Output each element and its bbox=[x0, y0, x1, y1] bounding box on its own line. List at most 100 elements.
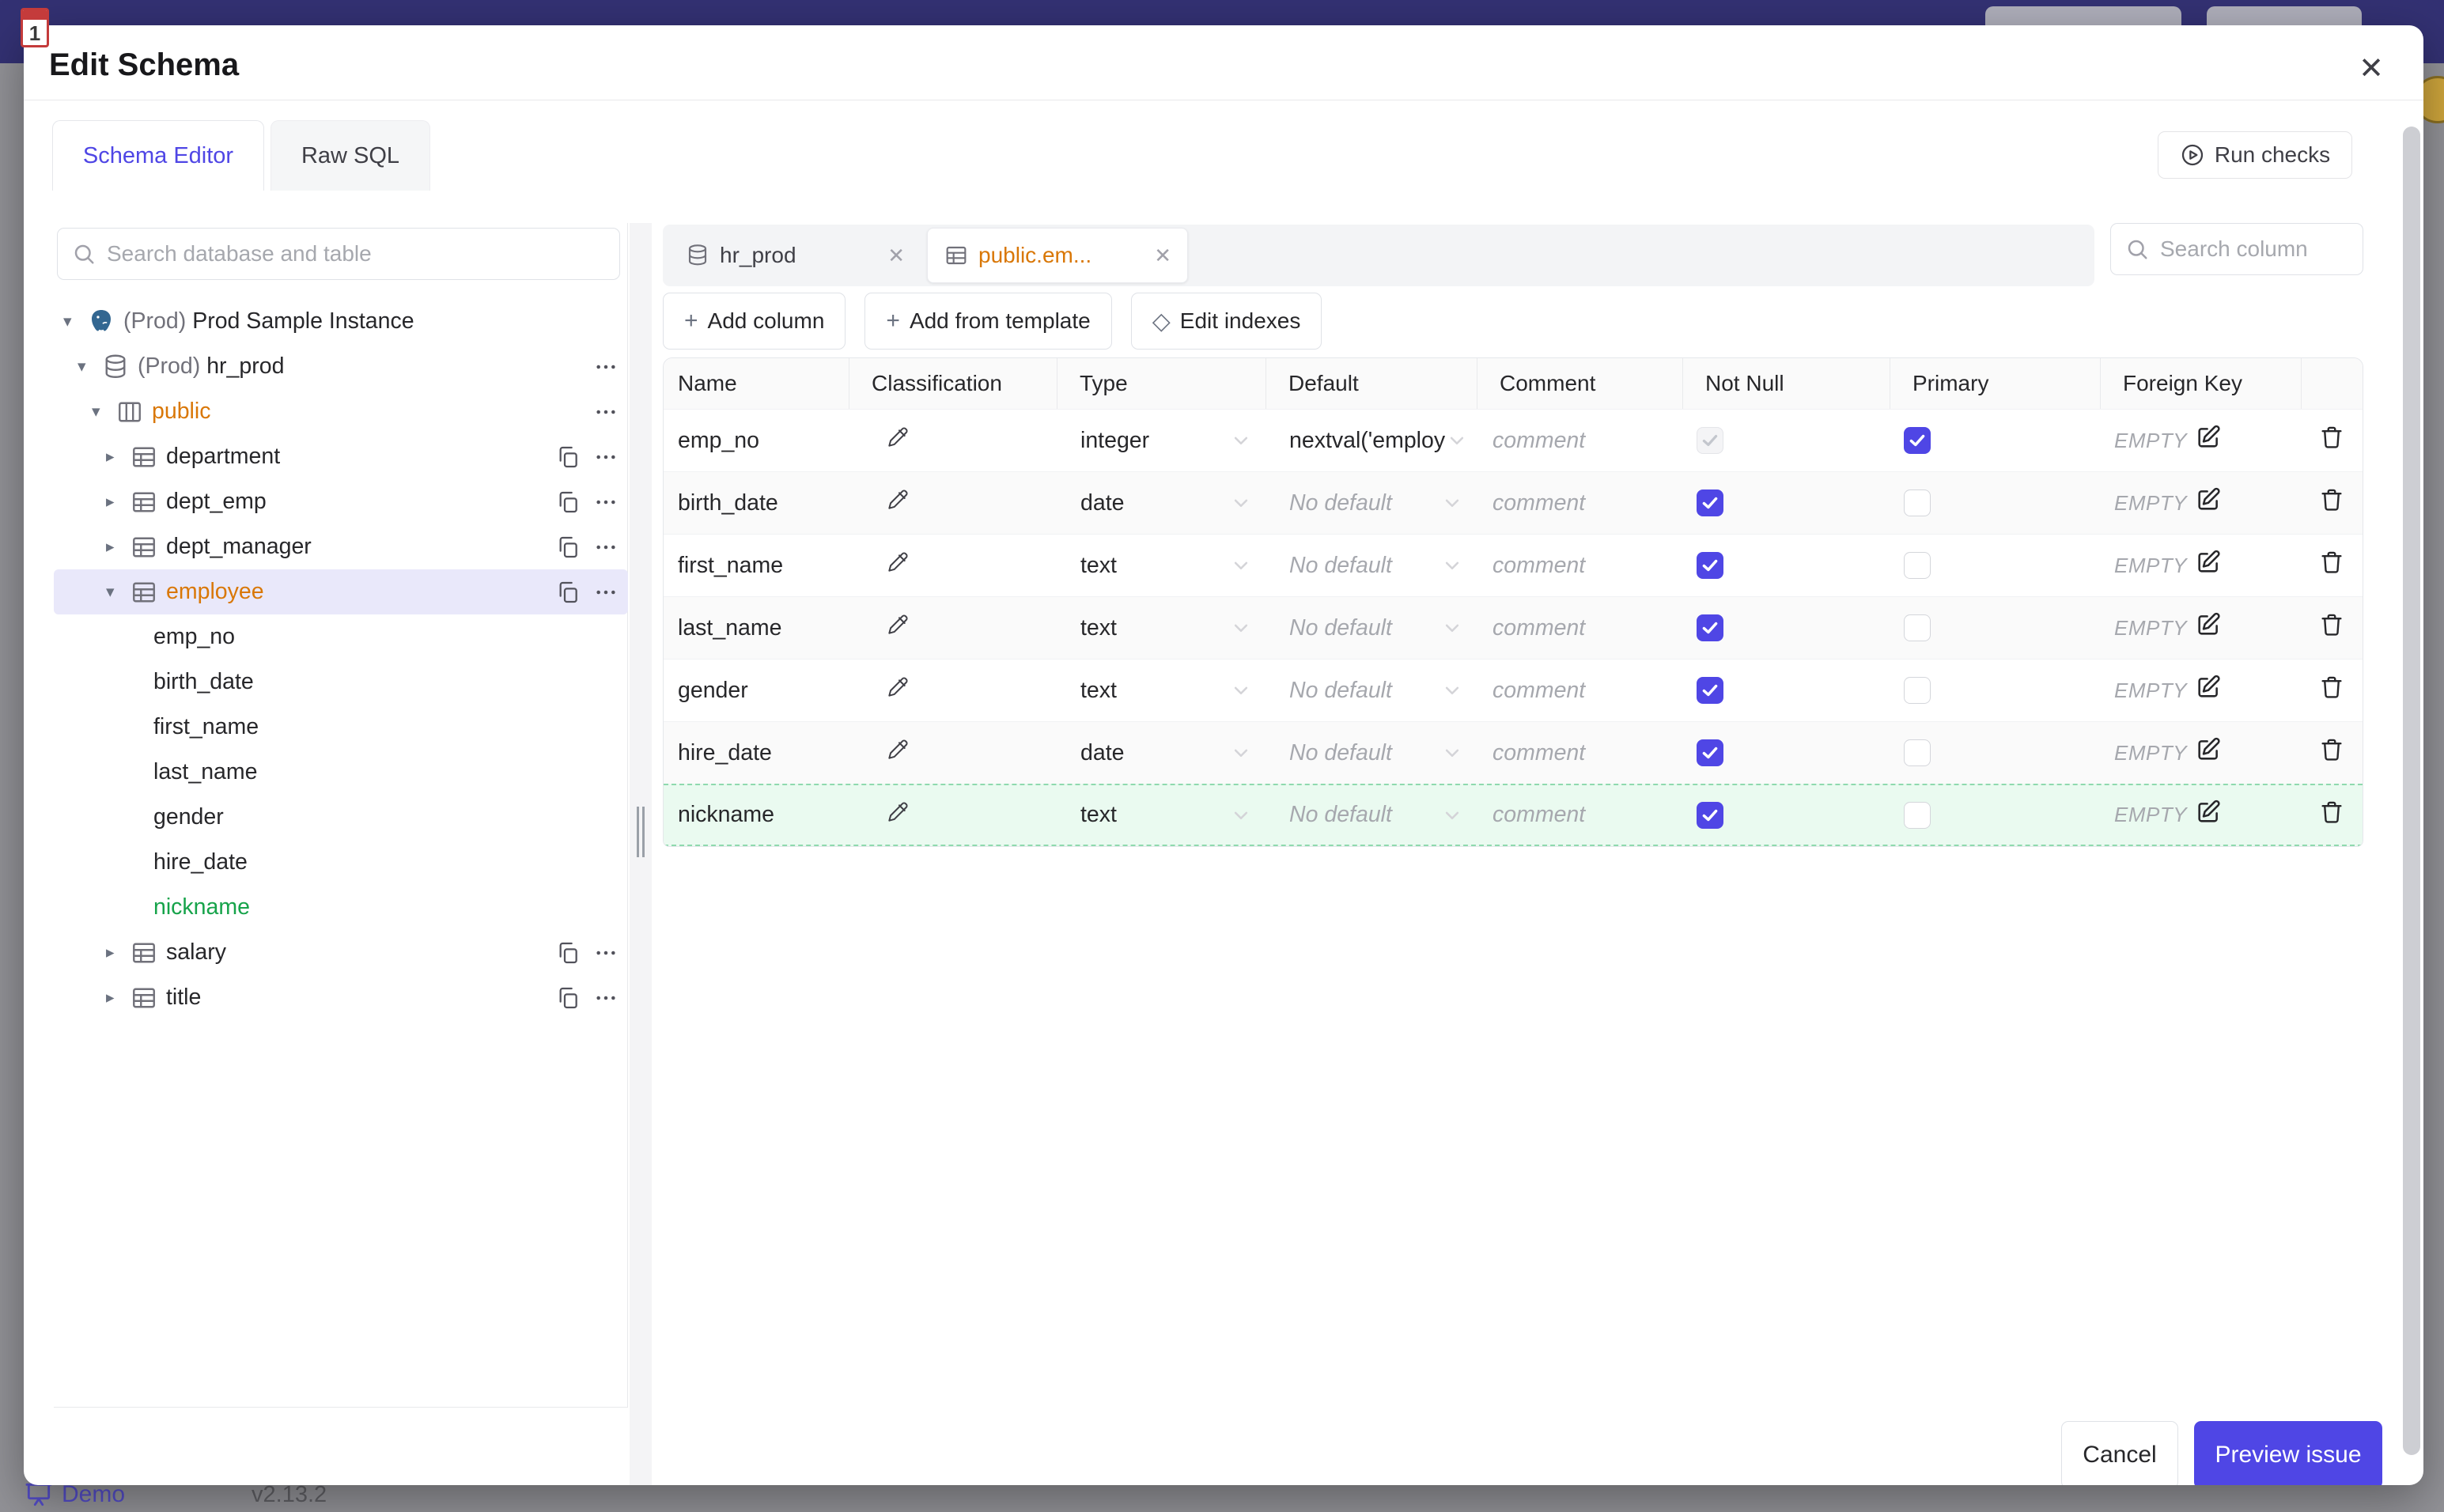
classification-edit-button[interactable] bbox=[849, 722, 1057, 784]
primary-checkbox[interactable] bbox=[1904, 552, 1931, 579]
type-select[interactable]: text bbox=[1057, 535, 1266, 596]
classification-edit-button[interactable] bbox=[849, 597, 1057, 659]
duplicate-table-button[interactable] bbox=[554, 984, 582, 1012]
tree-item-employee[interactable]: ▾ employee bbox=[54, 569, 628, 614]
tree-item-department[interactable]: ▸ department bbox=[54, 434, 628, 479]
type-select[interactable]: date bbox=[1057, 722, 1266, 784]
primary-checkbox[interactable] bbox=[1904, 801, 1931, 829]
type-select[interactable]: integer bbox=[1057, 410, 1266, 471]
classification-edit-button[interactable] bbox=[849, 535, 1057, 596]
type-select[interactable]: text bbox=[1057, 785, 1266, 845]
comment-input[interactable]: comment bbox=[1477, 785, 1682, 845]
tree-item-salary[interactable]: ▸ salary bbox=[54, 930, 628, 975]
caret-right-icon[interactable]: ▸ bbox=[106, 537, 130, 557]
panel-resize-handle[interactable] bbox=[637, 807, 645, 857]
tree-item-public[interactable]: ▾ public bbox=[54, 389, 628, 434]
tab-raw-sql[interactable]: Raw SQL bbox=[271, 120, 430, 191]
edit-foreign-key-icon[interactable] bbox=[2195, 674, 2222, 707]
more-menu-button[interactable] bbox=[592, 939, 620, 967]
comment-input[interactable]: comment bbox=[1477, 722, 1682, 784]
delete-column-button[interactable] bbox=[2301, 410, 2363, 471]
more-menu-button[interactable] bbox=[592, 488, 620, 516]
column-name-input[interactable]: nickname bbox=[664, 785, 849, 845]
edit-foreign-key-icon[interactable] bbox=[2195, 486, 2222, 520]
caret-right-icon[interactable]: ▸ bbox=[106, 447, 130, 467]
duplicate-table-button[interactable] bbox=[554, 443, 582, 471]
add-column-button[interactable]: + Add column bbox=[663, 293, 846, 350]
classification-edit-button[interactable] bbox=[849, 785, 1057, 845]
run-checks-button[interactable]: Run checks bbox=[2158, 131, 2352, 179]
caret-down-icon[interactable]: ▾ bbox=[106, 582, 130, 602]
primary-checkbox[interactable] bbox=[1904, 677, 1931, 704]
caret-right-icon[interactable]: ▸ bbox=[106, 943, 130, 962]
tree-item-title[interactable]: ▸ title bbox=[54, 975, 628, 1020]
database-search[interactable] bbox=[57, 228, 620, 280]
edit-foreign-key-icon[interactable] bbox=[2195, 549, 2222, 582]
duplicate-table-button[interactable] bbox=[554, 939, 582, 967]
column-name-input[interactable]: hire_date bbox=[664, 722, 849, 784]
add-from-template-button[interactable]: + Add from template bbox=[864, 293, 1112, 350]
default-select[interactable]: No default bbox=[1266, 472, 1477, 534]
comment-input[interactable]: comment bbox=[1477, 660, 1682, 721]
column-name-input[interactable]: emp_no bbox=[664, 410, 849, 471]
close-icon[interactable]: ✕ bbox=[2352, 49, 2390, 87]
close-tab-icon[interactable]: ✕ bbox=[1154, 244, 1171, 268]
tree-item-emp_no[interactable]: emp_no bbox=[54, 614, 628, 660]
preview-issue-button[interactable]: Preview issue bbox=[2194, 1421, 2382, 1485]
tree-item-dept_manager[interactable]: ▸ dept_manager bbox=[54, 524, 628, 569]
classification-edit-button[interactable] bbox=[849, 472, 1057, 534]
duplicate-table-button[interactable] bbox=[554, 578, 582, 607]
caret-down-icon[interactable]: ▾ bbox=[63, 312, 87, 331]
tree-item-first_name[interactable]: first_name bbox=[54, 705, 628, 750]
more-menu-button[interactable] bbox=[592, 353, 620, 381]
duplicate-table-button[interactable] bbox=[554, 533, 582, 561]
primary-checkbox[interactable] bbox=[1904, 427, 1931, 454]
default-select[interactable]: No default bbox=[1266, 785, 1477, 845]
comment-input[interactable]: comment bbox=[1477, 472, 1682, 534]
more-menu-button[interactable] bbox=[592, 443, 620, 471]
tree-item-nickname[interactable]: nickname bbox=[54, 885, 628, 930]
default-select[interactable]: No default bbox=[1266, 722, 1477, 784]
tab-schema-editor[interactable]: Schema Editor bbox=[52, 120, 264, 191]
more-menu-button[interactable] bbox=[592, 398, 620, 426]
edit-foreign-key-icon[interactable] bbox=[2195, 611, 2222, 644]
open-tab-hr_prod[interactable]: hr_prod ✕ bbox=[669, 231, 921, 280]
primary-checkbox[interactable] bbox=[1904, 614, 1931, 641]
column-name-input[interactable]: birth_date bbox=[664, 472, 849, 534]
caret-down-icon[interactable]: ▾ bbox=[78, 357, 101, 376]
tree-item-gender[interactable]: gender bbox=[54, 795, 628, 840]
comment-input[interactable]: comment bbox=[1477, 410, 1682, 471]
default-select[interactable]: No default bbox=[1266, 597, 1477, 659]
type-select[interactable]: text bbox=[1057, 660, 1266, 721]
more-menu-button[interactable] bbox=[592, 984, 620, 1012]
close-tab-icon[interactable]: ✕ bbox=[887, 244, 905, 268]
edit-indexes-button[interactable]: ◇ Edit indexes bbox=[1130, 293, 1322, 350]
edit-foreign-key-icon[interactable] bbox=[2195, 736, 2222, 769]
type-select[interactable]: text bbox=[1057, 597, 1266, 659]
caret-right-icon[interactable]: ▸ bbox=[106, 988, 130, 1007]
caret-right-icon[interactable]: ▸ bbox=[106, 492, 130, 512]
more-menu-button[interactable] bbox=[592, 578, 620, 607]
classification-edit-button[interactable] bbox=[849, 660, 1057, 721]
caret-down-icon[interactable]: ▾ bbox=[92, 402, 115, 421]
comment-input[interactable]: comment bbox=[1477, 597, 1682, 659]
delete-column-button[interactable] bbox=[2301, 597, 2363, 659]
tree-item-birth_date[interactable]: birth_date bbox=[54, 660, 628, 705]
classification-edit-button[interactable] bbox=[849, 410, 1057, 471]
not-null-checkbox[interactable] bbox=[1697, 739, 1723, 766]
type-select[interactable]: date bbox=[1057, 472, 1266, 534]
delete-column-button[interactable] bbox=[2301, 535, 2363, 596]
delete-column-button[interactable] bbox=[2301, 785, 2363, 845]
not-null-checkbox[interactable] bbox=[1697, 490, 1723, 516]
default-select[interactable]: nextval('employ bbox=[1266, 410, 1477, 471]
delete-column-button[interactable] bbox=[2301, 660, 2363, 721]
tree-item-ProdSampleInstance[interactable]: ▾ (Prod) Prod Sample Instance bbox=[54, 299, 628, 344]
not-null-checkbox[interactable] bbox=[1697, 614, 1723, 641]
database-search-input[interactable] bbox=[107, 241, 605, 266]
tree-item-last_name[interactable]: last_name bbox=[54, 750, 628, 795]
primary-checkbox[interactable] bbox=[1904, 490, 1931, 516]
tree-item-hr_prod[interactable]: ▾ (Prod) hr_prod bbox=[54, 344, 628, 389]
not-null-checkbox[interactable] bbox=[1697, 801, 1723, 829]
delete-column-button[interactable] bbox=[2301, 722, 2363, 784]
edit-foreign-key-icon[interactable] bbox=[2195, 799, 2222, 832]
